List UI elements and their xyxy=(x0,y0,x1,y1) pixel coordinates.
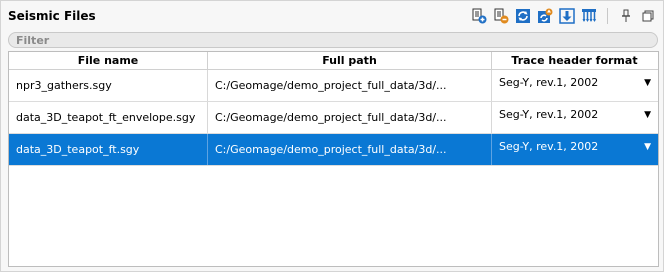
refresh-icon[interactable] xyxy=(514,7,532,25)
table-row[interactable]: data_3D_teapot_ft_envelope.sgy C:/Geomag… xyxy=(9,102,658,134)
dropdown-arrow-icon[interactable]: ▼ xyxy=(644,142,651,152)
add-file-icon[interactable] xyxy=(470,7,488,25)
file-name-cell: data_3D_teapot_ft.sgy xyxy=(9,134,208,165)
column-header-trace-header-format[interactable]: Trace header format xyxy=(492,52,657,69)
format-value: Seg-Y, rev.1, 2002 xyxy=(499,108,599,121)
file-name-cell: npr3_gathers.sgy xyxy=(9,70,208,101)
column-header-full-path[interactable]: Full path xyxy=(208,52,492,69)
toolbar xyxy=(470,7,657,25)
float-window-icon[interactable] xyxy=(639,7,657,25)
format-dropdown[interactable]: Seg-Y, rev.1, 2002 ▼ xyxy=(492,134,657,165)
full-path-cell: C:/Geomage/demo_project_full_data/3d/... xyxy=(208,102,492,133)
full-path-cell: C:/Geomage/demo_project_full_data/3d/... xyxy=(208,70,492,101)
filter-input[interactable] xyxy=(9,33,636,47)
panel-title: Seismic Files xyxy=(8,9,96,23)
dropdown-arrow-icon[interactable]: ▼ xyxy=(644,78,651,88)
filter-box xyxy=(8,32,658,48)
toolbar-separator xyxy=(607,8,608,24)
format-value: Seg-Y, rev.1, 2002 xyxy=(499,140,599,153)
full-path-cell: C:/Geomage/demo_project_full_data/3d/... xyxy=(208,134,492,165)
trace-header-icon[interactable] xyxy=(580,7,598,25)
seismic-files-panel: Seismic Files File name xyxy=(0,0,664,272)
table-header: File name Full path Trace header format xyxy=(9,52,658,70)
reload-upload-icon[interactable] xyxy=(536,7,554,25)
download-icon[interactable] xyxy=(558,7,576,25)
column-header-file-name[interactable]: File name xyxy=(9,52,208,69)
table-row[interactable]: npr3_gathers.sgy C:/Geomage/demo_project… xyxy=(9,70,658,102)
format-dropdown[interactable]: Seg-Y, rev.1, 2002 ▼ xyxy=(492,102,657,133)
pin-icon[interactable] xyxy=(617,7,635,25)
table-row-selected[interactable]: data_3D_teapot_ft.sgy C:/Geomage/demo_pr… xyxy=(9,134,658,166)
format-value: Seg-Y, rev.1, 2002 xyxy=(499,76,599,89)
remove-file-icon[interactable] xyxy=(492,7,510,25)
seismic-files-table: File name Full path Trace header format … xyxy=(8,51,659,267)
format-dropdown[interactable]: Seg-Y, rev.1, 2002 ▼ xyxy=(492,70,657,101)
file-name-cell: data_3D_teapot_ft_envelope.sgy xyxy=(9,102,208,133)
dropdown-arrow-icon[interactable]: ▼ xyxy=(644,110,651,120)
